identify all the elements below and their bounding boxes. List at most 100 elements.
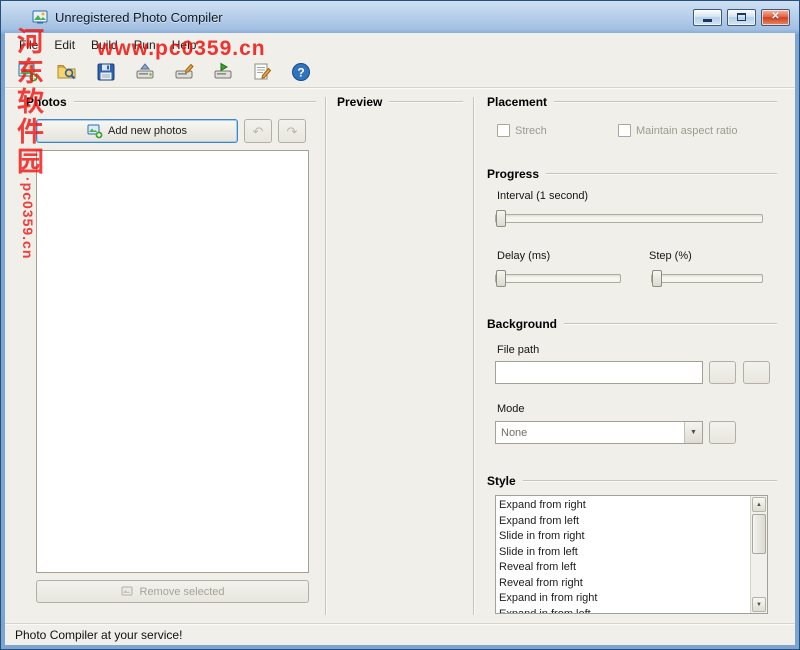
- minimize-icon: [703, 19, 712, 22]
- progress-header-line: [546, 173, 777, 175]
- step-label: Step (%): [649, 250, 692, 262]
- style-list-item[interactable]: Expand in from right: [499, 591, 750, 607]
- stretch-checkbox[interactable]: Strech: [497, 124, 547, 137]
- build-icon: [134, 61, 156, 83]
- toolbar-edit-notes-button[interactable]: [247, 59, 277, 85]
- maintain-aspect-checkbox[interactable]: Maintain aspect ratio: [618, 124, 738, 137]
- placement-group-header: Placement: [487, 95, 777, 109]
- save-icon: [95, 61, 117, 83]
- style-list-item[interactable]: Reveal from right: [499, 576, 750, 592]
- mode-apply-button[interactable]: [709, 421, 736, 444]
- file-path-label: File path: [497, 344, 539, 356]
- style-header-line: [523, 480, 777, 482]
- scroll-up-icon[interactable]: ▲: [752, 497, 766, 512]
- remove-selected-button[interactable]: Remove selected: [36, 580, 309, 603]
- app-icon: [32, 9, 48, 25]
- stretch-checkbox-box[interactable]: [497, 124, 510, 137]
- content: Photos Add new photos ↶ ↷: [5, 89, 795, 623]
- file-path-browse-button[interactable]: [709, 361, 736, 384]
- step-slider-track: [651, 274, 763, 283]
- delay-slider-thumb[interactable]: [496, 270, 506, 287]
- app-window: Unregistered Photo Compiler ✕ File Edit …: [0, 0, 800, 650]
- toolbar-run-button[interactable]: [208, 59, 238, 85]
- move-up-icon: ↶: [253, 125, 264, 138]
- move-down-icon: ↷: [287, 125, 298, 138]
- menu-build[interactable]: Build: [83, 35, 126, 55]
- mode-dropdown[interactable]: None ▼: [495, 421, 703, 444]
- step-slider-thumb[interactable]: [652, 270, 662, 287]
- file-path-clear-button[interactable]: [743, 361, 770, 384]
- scroll-down-icon[interactable]: ▼: [752, 597, 766, 612]
- menu-help[interactable]: Help: [164, 35, 205, 55]
- run-icon: [212, 61, 234, 83]
- separator-photos-preview: [325, 97, 327, 615]
- style-list-item[interactable]: Slide in from left: [499, 545, 750, 561]
- delay-label: Delay (ms): [497, 250, 550, 262]
- window-controls: ✕: [693, 9, 794, 26]
- delay-slider[interactable]: [495, 270, 621, 287]
- minimize-button[interactable]: [693, 9, 722, 26]
- preview-header-line: [389, 101, 463, 103]
- style-group-header: Style: [487, 474, 777, 488]
- scrollbar-thumb[interactable]: [752, 514, 766, 554]
- window-title: Unregistered Photo Compiler: [55, 10, 223, 25]
- toolbar-save-button[interactable]: [91, 59, 121, 85]
- add-new-photos-button[interactable]: Add new photos: [36, 119, 238, 143]
- style-list-scrollbar[interactable]: ▲ ▼: [750, 496, 767, 613]
- style-list-item[interactable]: Expand in from left: [499, 607, 750, 614]
- add-new-photos-label: Add new photos: [108, 125, 187, 137]
- interval-slider-thumb[interactable]: [496, 210, 506, 227]
- photos-list[interactable]: [36, 150, 309, 573]
- style-list[interactable]: Expand from right Expand from left Slide…: [495, 495, 768, 614]
- placement-header-line: [554, 101, 777, 103]
- style-list-item[interactable]: Expand from left: [499, 514, 750, 530]
- background-header-line: [564, 323, 777, 325]
- svg-text:?: ?: [297, 66, 304, 80]
- maintain-aspect-checkbox-label: Maintain aspect ratio: [636, 125, 738, 137]
- preview-area: [337, 117, 463, 615]
- step-slider[interactable]: [651, 270, 763, 287]
- placement-header-label: Placement: [487, 95, 547, 109]
- interval-slider-track: [495, 214, 763, 223]
- toolbar-build-button[interactable]: [130, 59, 160, 85]
- toolbar-browse-button[interactable]: [52, 59, 82, 85]
- chevron-down-icon[interactable]: ▼: [684, 422, 702, 443]
- toolbar: ?: [5, 57, 795, 88]
- style-header-label: Style: [487, 474, 516, 488]
- photos-header-label: Photos: [26, 95, 67, 109]
- style-list-item[interactable]: Expand from right: [499, 498, 750, 514]
- close-icon: ✕: [771, 12, 779, 22]
- toolbar-help-button[interactable]: ?: [286, 59, 316, 85]
- photos-header-line: [74, 101, 316, 103]
- menu-run[interactable]: Run: [126, 35, 164, 55]
- rebuild-icon: [173, 61, 195, 83]
- add-photos-icon: [17, 61, 39, 83]
- mode-label: Mode: [497, 403, 525, 415]
- style-list-item[interactable]: Slide in from right: [499, 529, 750, 545]
- progress-group-header: Progress: [487, 167, 777, 181]
- edit-notes-icon: [251, 61, 273, 83]
- titlebar[interactable]: Unregistered Photo Compiler ✕: [6, 2, 794, 32]
- remove-selected-label: Remove selected: [140, 586, 225, 598]
- close-button[interactable]: ✕: [761, 9, 790, 26]
- interval-slider[interactable]: [495, 210, 763, 227]
- maintain-aspect-checkbox-box[interactable]: [618, 124, 631, 137]
- background-header-label: Background: [487, 317, 557, 331]
- preview-group-header: Preview: [337, 95, 463, 109]
- file-path-input[interactable]: [495, 361, 703, 384]
- interval-label: Interval (1 second): [497, 190, 588, 202]
- browse-folder-icon: [56, 61, 78, 83]
- maximize-button[interactable]: [727, 9, 756, 26]
- style-list-item[interactable]: Reveal from left: [499, 560, 750, 576]
- mode-dropdown-value: None: [496, 422, 684, 443]
- preview-header-label: Preview: [337, 95, 382, 109]
- statusbar: Photo Compiler at your service!: [5, 623, 795, 645]
- toolbar-add-photos-button[interactable]: [13, 59, 43, 85]
- move-photo-down-button[interactable]: ↷: [278, 119, 306, 143]
- menu-file[interactable]: File: [11, 35, 46, 55]
- delay-slider-track: [495, 274, 621, 283]
- menu-edit[interactable]: Edit: [46, 35, 83, 55]
- move-photo-up-button[interactable]: ↶: [244, 119, 272, 143]
- toolbar-rebuild-button[interactable]: [169, 59, 199, 85]
- maximize-icon: [737, 13, 746, 21]
